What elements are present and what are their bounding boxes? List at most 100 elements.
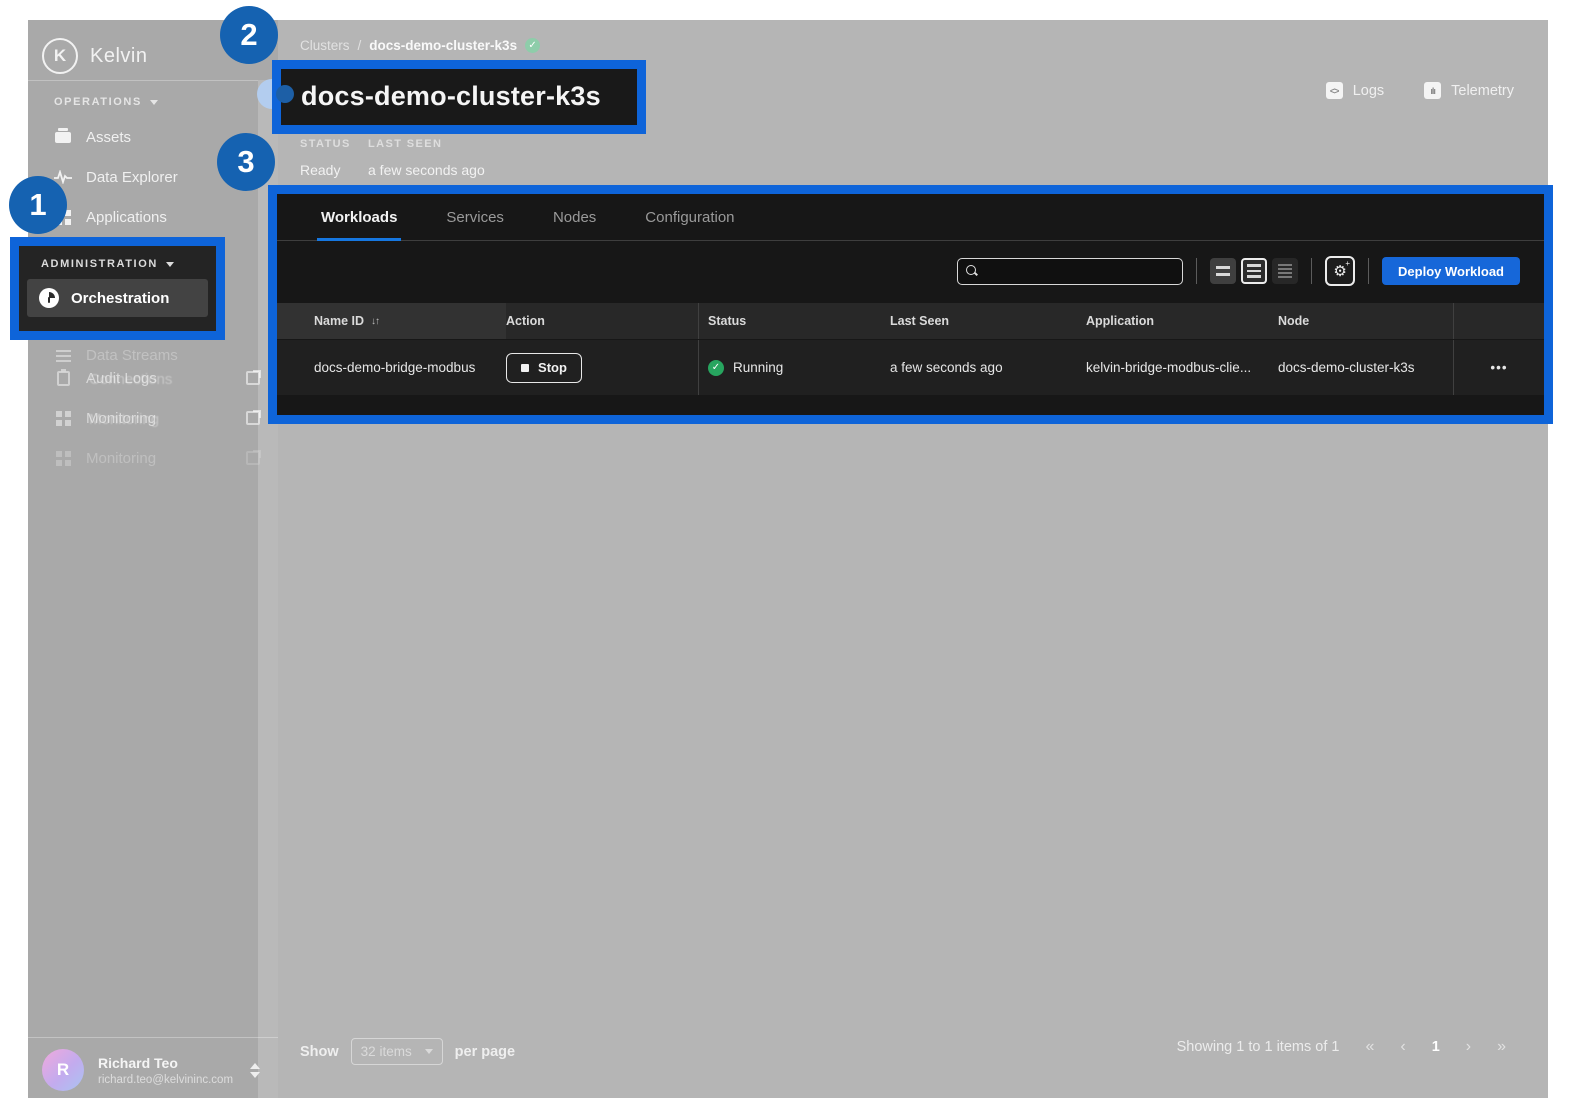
show-label: Show (300, 1044, 339, 1060)
cell-node: docs-demo-cluster-k3s (1278, 340, 1453, 395)
row-menu-button[interactable]: ••• (1453, 340, 1544, 395)
breadcrumb-root[interactable]: Clusters (300, 38, 350, 53)
sidebar-item-label: Monitoring (86, 450, 156, 467)
kelvin-logo-icon: K (42, 38, 78, 74)
avatar: R (42, 1049, 84, 1091)
search-input[interactable] (984, 264, 1164, 279)
table-row[interactable]: docs-demo-bridge-modbus Stop ✓ Running a… (277, 340, 1544, 395)
column-header-application: Application (1086, 303, 1278, 339)
toolbar-divider (1196, 258, 1197, 284)
brand-name: Kelvin (90, 45, 147, 68)
chevron-down-icon (150, 100, 158, 105)
page-size-value: 32 items (361, 1044, 412, 1059)
pagination-first-button[interactable]: « (1365, 1038, 1374, 1056)
external-link-icon (246, 411, 260, 425)
logs-button[interactable]: <> Logs (1326, 82, 1384, 99)
sort-icon[interactable]: ↓↑ (371, 316, 379, 327)
screenshot-canvas: K Kelvin OPERATIONS Assets Data Explorer (0, 0, 1580, 1120)
pagination-next-button[interactable]: › (1466, 1038, 1471, 1056)
pagination-last-button[interactable]: » (1497, 1038, 1506, 1056)
check-badge-icon: ✓ (525, 38, 540, 53)
user-email: richard.teo@kelvininc.com (98, 1074, 233, 1086)
column-header-status: Status (698, 303, 890, 339)
cell-status: ✓ Running (698, 340, 890, 395)
toolbar-divider (1311, 258, 1312, 284)
operations-label: OPERATIONS (54, 96, 142, 108)
telemetry-button[interactable]: ılı Telemetry (1424, 82, 1514, 99)
audit-logs-icon (54, 369, 72, 387)
deploy-workload-button[interactable]: Deploy Workload (1382, 257, 1520, 285)
tab-configuration[interactable]: Configuration (645, 194, 734, 240)
monitoring-icon (54, 449, 72, 467)
status-label: STATUS (300, 138, 351, 150)
cell-action: Stop (506, 340, 698, 395)
density-compact-button[interactable] (1210, 258, 1236, 284)
cell-last-seen: a few seconds ago (890, 340, 1086, 395)
search-icon (966, 265, 978, 277)
search-box[interactable] (957, 258, 1183, 285)
tab-bar: Workloads Services Nodes Configuration (277, 194, 1544, 241)
annotation-badge-2: 2 (220, 6, 278, 64)
sidebar-item-label: Data Streams (86, 347, 178, 364)
user-profile[interactable]: R Richard Teo richard.teo@kelvininc.com (28, 1042, 278, 1098)
annotation-box-2: docs-demo-cluster-k3s (272, 60, 646, 134)
toolbar-divider (1368, 258, 1369, 284)
external-link-icon (246, 451, 260, 465)
density-comfortable-button[interactable] (1272, 258, 1298, 284)
chevron-down-icon (425, 1049, 433, 1054)
status-value: Ready (300, 162, 340, 178)
sidebar-item-label: Assets (86, 129, 131, 146)
orchestration-label: Orchestration (71, 290, 169, 307)
sidebar-item-ghost-label: Monitoring (89, 411, 159, 428)
column-header-last-seen: Last Seen (890, 303, 1086, 339)
pagination-current-page[interactable]: 1 (1432, 1039, 1440, 1055)
cell-application: kelvin-bridge-modbus-clie... (1086, 340, 1278, 395)
per-page-label: per page (455, 1044, 515, 1060)
administration-label: ADMINISTRATION (41, 258, 158, 270)
sidebar-item-label: Applications (86, 209, 167, 226)
running-check-icon: ✓ (708, 360, 724, 376)
sidebar-divider (28, 80, 278, 81)
logs-icon: <> (1326, 82, 1343, 99)
user-menu-caret-icon[interactable] (250, 1063, 260, 1078)
annotation-badge-1: 1 (9, 176, 67, 234)
sidebar-item-audit-logs[interactable]: Audit Logs Connections (28, 366, 278, 390)
column-header-node: Node (1278, 303, 1453, 339)
tab-services[interactable]: Services (446, 194, 504, 240)
tab-workloads[interactable]: Workloads (321, 194, 397, 240)
chevron-down-icon (166, 262, 174, 267)
page-title: docs-demo-cluster-k3s (301, 81, 637, 112)
assets-icon (54, 128, 72, 146)
sidebar-item-ghost-label: Connections (89, 371, 172, 388)
breadcrumb-current: docs-demo-cluster-k3s (369, 38, 517, 53)
section-operations[interactable]: OPERATIONS (54, 96, 158, 108)
sidebar-item-monitoring-2[interactable]: Monitoring (28, 446, 278, 470)
pagination-prev-button[interactable]: ‹ (1400, 1038, 1405, 1056)
orchestration-icon (39, 288, 59, 308)
annotation-box-1: ADMINISTRATION Orchestration (10, 237, 225, 340)
density-default-button[interactable] (1241, 258, 1267, 284)
pagination-summary: Showing 1 to 1 items of 1 (1177, 1039, 1340, 1055)
stop-button[interactable]: Stop (506, 353, 582, 383)
last-seen-value: a few seconds ago (368, 162, 485, 178)
page-size-select[interactable]: 32 items (351, 1038, 443, 1065)
sidebar-item-data-streams[interactable]: Data Streams (28, 343, 278, 367)
last-seen-label: LAST SEEN (368, 138, 442, 150)
callout-tail-dot-inner (276, 85, 294, 103)
sidebar-item-monitoring[interactable]: Monitoring Monitoring (28, 406, 278, 430)
telemetry-icon: ılı (1424, 82, 1441, 99)
annotation-badge-3: 3 (217, 133, 275, 191)
annotation-box-3: Workloads Services Nodes Configuration ⚙… (268, 185, 1553, 424)
table-header: Name ID ↓↑ Action Status Last Seen Appli… (277, 303, 1544, 339)
tab-nodes[interactable]: Nodes (553, 194, 596, 240)
data-streams-icon (54, 346, 72, 364)
cell-name: docs-demo-bridge-modbus (277, 340, 506, 395)
kelvin-logo: K Kelvin (42, 38, 147, 74)
telemetry-label: Telemetry (1451, 83, 1514, 99)
breadcrumb: Clusters / docs-demo-cluster-k3s ✓ (300, 38, 540, 53)
monitoring-icon (54, 409, 72, 427)
status-badge: Running (733, 360, 783, 375)
table-settings-button[interactable]: ⚙+ (1325, 256, 1355, 286)
breadcrumb-separator: / (358, 38, 362, 53)
sidebar-item-orchestration[interactable]: Orchestration (27, 279, 208, 317)
